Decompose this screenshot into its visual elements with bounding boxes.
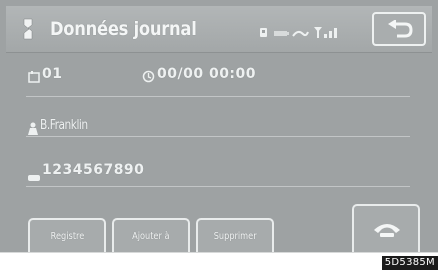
entry-name: B.Franklin [40, 118, 88, 133]
entry-row-name: B.Franklin [26, 114, 410, 142]
page-title: Données journal [50, 18, 197, 40]
clock-icon [142, 68, 155, 87]
signal-icon [292, 30, 309, 37]
divider [26, 96, 410, 97]
entry-datetime: 00/00 00:00 [157, 66, 257, 82]
battery-icon [274, 31, 289, 36]
entry-index: 01 [42, 66, 63, 82]
register-label: Registre [50, 230, 84, 242]
call-button[interactable] [352, 204, 420, 252]
divider [26, 186, 410, 187]
entry-row-number: 1234567890 [26, 158, 410, 186]
phone-number-icon [28, 167, 40, 186]
divider [0, 252, 438, 253]
add-to-button[interactable]: Ajouter à [112, 218, 190, 252]
phone-book-icon [20, 18, 36, 44]
screen: Données journal 01 00/00 00:00 B.Frankli… [0, 0, 438, 252]
memory-icon [28, 68, 40, 87]
back-arrow-icon [388, 20, 413, 38]
phone-status-icon [260, 28, 267, 37]
phone-call-icon [374, 224, 400, 237]
divider [26, 136, 410, 137]
antenna-icon [314, 27, 337, 38]
header-bar: Données journal [6, 6, 432, 53]
figure-code: 5D5385M [381, 256, 438, 270]
status-icons [260, 24, 342, 43]
entry-row-index: 01 00/00 00:00 [26, 62, 410, 90]
entry-number: 1234567890 [42, 162, 145, 178]
delete-button[interactable]: Supprimer [196, 218, 274, 252]
delete-label: Supprimer [213, 230, 257, 242]
add-to-label: Ajouter à [132, 230, 170, 242]
back-button[interactable] [372, 12, 426, 46]
register-button[interactable]: Registre [28, 218, 106, 252]
